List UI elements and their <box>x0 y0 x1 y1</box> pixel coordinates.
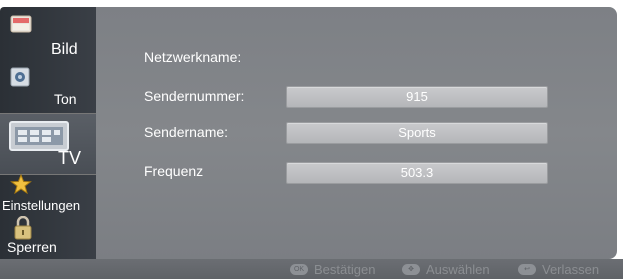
ok-key-icon: OK <box>290 264 308 276</box>
sidebar-item-label: Ton <box>54 91 77 107</box>
channel-info-panel: Netzwerkname: Sendernummer: 915 Senderna… <box>96 7 617 259</box>
frequency-label: Frequenz <box>144 163 204 179</box>
channel-number-field[interactable]: 915 <box>286 86 548 108</box>
menu-sidebar: Bild Ton TV Einstellungen Sperren <box>0 7 96 259</box>
speaker-icon <box>10 67 30 92</box>
confirm-hint: OK Bestätigen <box>290 262 375 277</box>
exit-hint: ↩ Verlassen <box>518 262 599 277</box>
star-settings-icon <box>10 173 32 199</box>
channel-name-field[interactable]: Sports <box>286 122 548 144</box>
back-key-icon: ↩ <box>518 264 536 276</box>
network-name-label: Netzwerkname: <box>144 49 242 65</box>
sidebar-item-bild[interactable]: Bild <box>0 7 96 61</box>
select-hint-label: Auswählen <box>426 262 490 277</box>
key-hints-bar: OK Bestätigen ✥ Auswählen ↩ Verlassen <box>0 259 623 279</box>
sidebar-item-label: TV <box>58 148 82 168</box>
channel-number-label: Sendernummer: <box>144 88 245 104</box>
sidebar-item-ton[interactable]: Ton <box>0 61 96 113</box>
sidebar-item-sperren[interactable]: Sperren <box>0 215 96 259</box>
sidebar-item-label: Bild <box>51 41 78 58</box>
tv-menu-screen: Bild Ton TV Einstellungen Sperren Netzwe… <box>0 0 623 279</box>
frequency-field[interactable]: 503.3 <box>286 162 548 184</box>
sidebar-item-einstellungen[interactable]: Einstellungen <box>0 173 96 216</box>
select-hint: ✥ Auswählen <box>402 262 490 277</box>
dpad-key-icon: ✥ <box>402 264 420 276</box>
sidebar-item-label: Sperren <box>7 239 57 255</box>
sidebar-item-tv[interactable]: TV <box>0 113 96 175</box>
exit-hint-label: Verlassen <box>542 262 600 277</box>
sidebar-item-label: Einstellungen <box>2 198 81 213</box>
channel-name-label: Sendername: <box>144 124 229 140</box>
picture-icon <box>10 15 32 38</box>
confirm-hint-label: Bestätigen <box>314 262 376 277</box>
